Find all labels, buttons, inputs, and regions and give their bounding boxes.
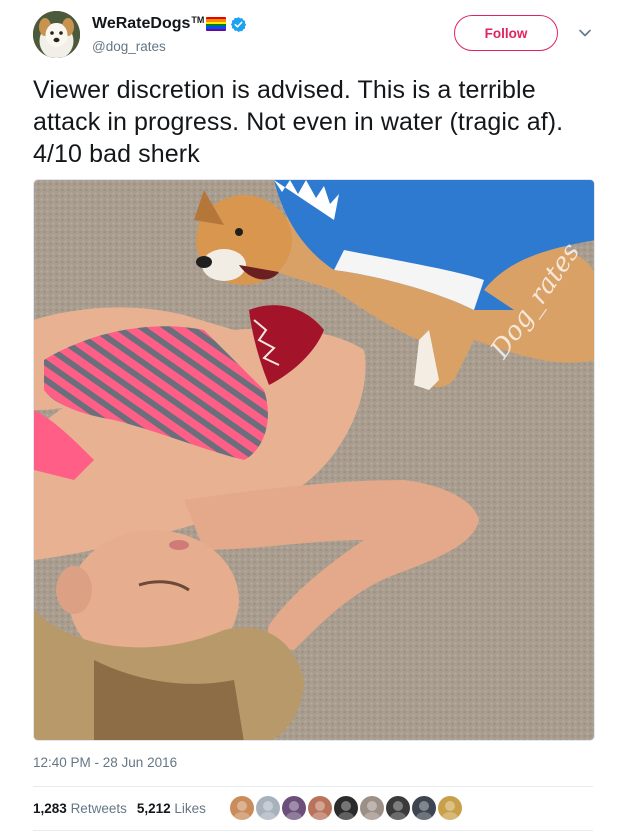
retweets-stat[interactable]: 1,283 Retweets [33,801,127,816]
liker-avatar-icon[interactable] [230,796,254,820]
retweets-label: Retweets [70,800,127,816]
retweets-count: 1,283 [33,800,67,816]
engagement-stats: 1,283 Retweets 5,212 Likes [33,792,216,824]
divider-top [33,786,593,787]
liker-avatar-icon[interactable] [438,796,462,820]
tweet-text: Viewer discretion is advised. This is a … [33,76,564,168]
dog-avatar-icon[interactable] [33,11,80,58]
liker-avatar-icon[interactable] [282,796,306,820]
author-names: WeRateDogs TM @dog_rates [92,13,247,56]
liker-avatars [230,796,464,820]
display-name[interactable]: WeRateDogs [92,13,190,35]
chevron-down-icon[interactable] [578,26,592,40]
liker-avatar-icon[interactable] [386,796,410,820]
liker-avatar-icon[interactable] [256,796,280,820]
follow-button[interactable]: Follow [454,15,558,51]
liker-avatar-icon[interactable] [334,796,358,820]
verified-badge-icon [231,16,247,32]
tweet-timestamp[interactable]: 12:40 PM - 28 Jun 2016 [33,754,177,772]
tweet-photo[interactable]: Dog_rates [33,179,595,741]
flag-stripe [206,28,227,31]
photo-icon: Dog_rates [34,180,594,740]
liker-avatar-icon[interactable] [308,796,332,820]
liker-avatar-icon[interactable] [360,796,384,820]
divider-bottom [33,830,593,831]
likes-stat[interactable]: 5,212 Likes [137,801,206,816]
display-name-row: WeRateDogs TM [92,13,247,35]
likes-count: 5,212 [136,800,171,816]
pride-flag-icon [206,17,227,31]
liker-avatar-icon[interactable] [412,796,436,820]
likes-label: Likes [174,800,206,816]
tweet-header: WeRateDogs TM @dog_rates Follow [33,10,593,62]
trademark-mark: TM [191,15,205,25]
author-handle[interactable]: @dog_rates [92,38,247,56]
